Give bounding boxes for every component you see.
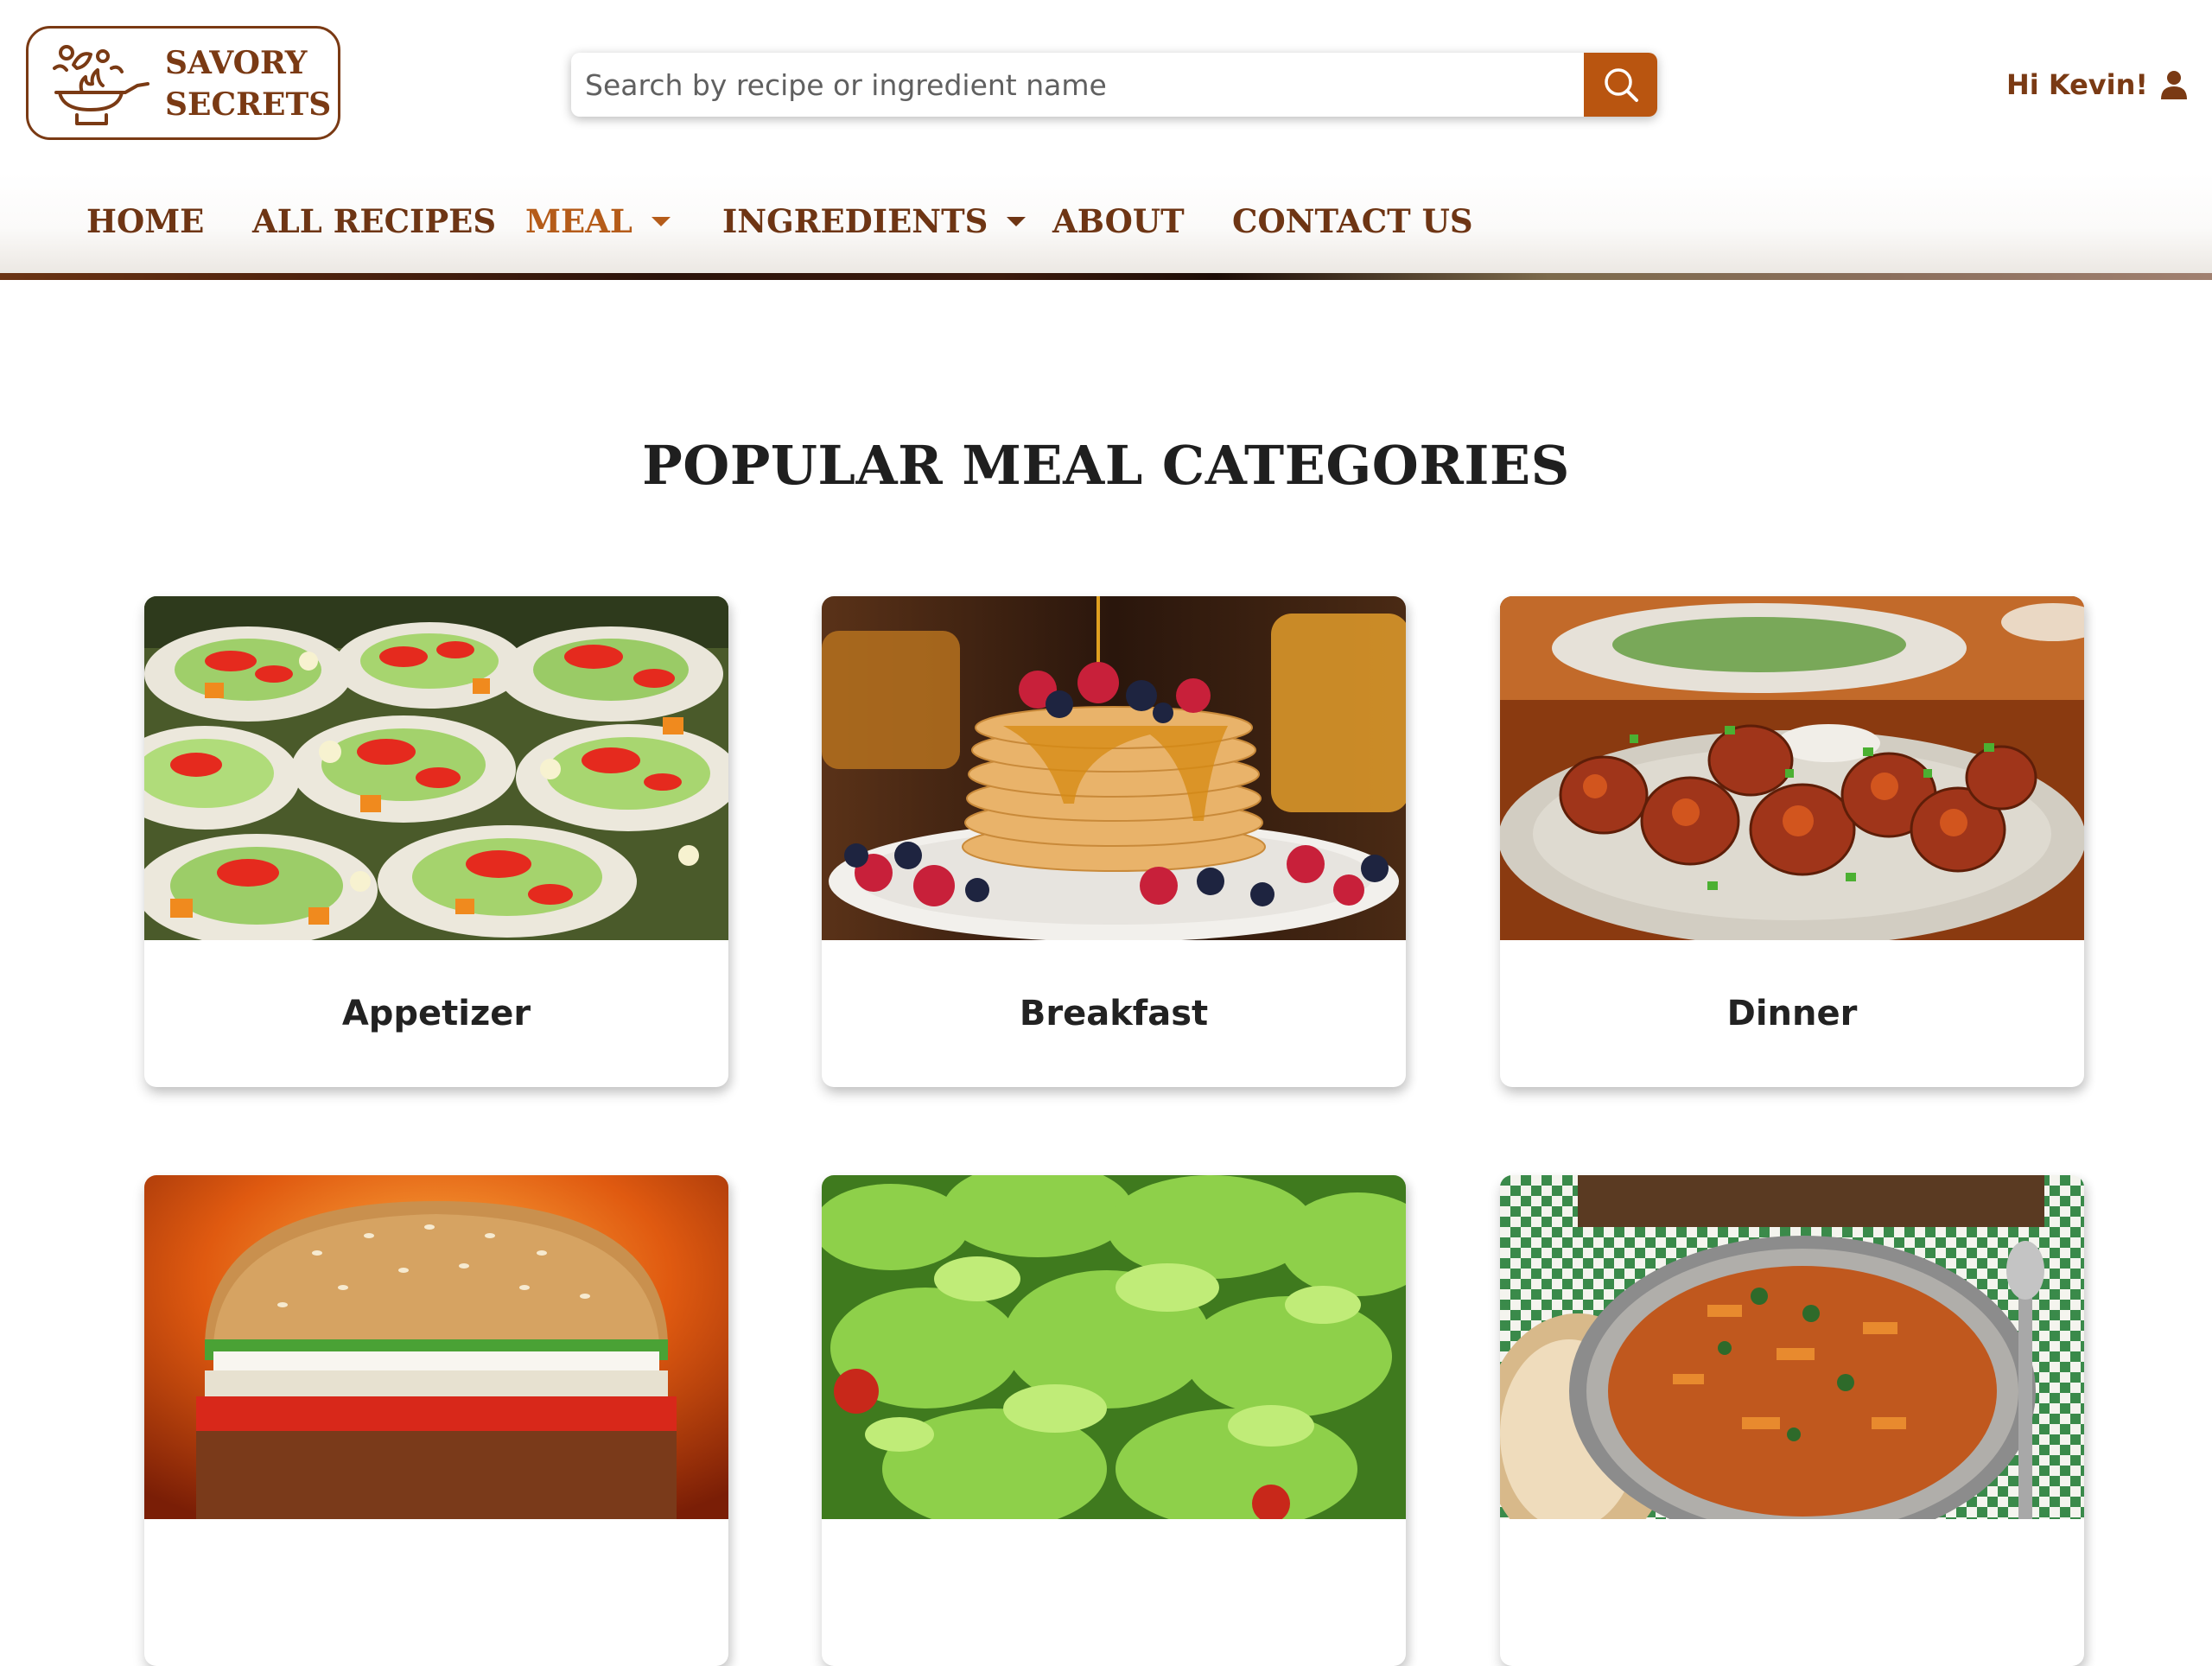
nav-home[interactable]: HOME [86, 202, 204, 240]
card-label: Appetizer [341, 994, 531, 1033]
soup-image [1500, 1175, 2084, 1519]
chef-pan-icon [53, 45, 149, 125]
caret-down-icon [651, 216, 671, 226]
nav-home-label: HOME [86, 202, 205, 240]
search-icon [1604, 68, 1638, 102]
appetizer-image [144, 596, 728, 940]
salad-image [822, 1175, 1406, 1519]
category-card-appetizer[interactable]: Appetizer [144, 596, 728, 1087]
caret-down-icon [1007, 216, 1027, 226]
nav-about-label: ABOUT [1052, 202, 1185, 240]
card-label: Breakfast [1019, 994, 1209, 1033]
site-header: SAVORY SECRETS Hi Kevin! [0, 0, 2212, 173]
nav-meal-label: MEAL [525, 202, 632, 240]
category-card-salad[interactable] [822, 1175, 1406, 1666]
nav-meal[interactable]: MEAL [525, 202, 671, 240]
nav-banner-strip [0, 273, 2212, 280]
user-icon [2161, 71, 2187, 99]
category-card-breakfast[interactable]: Breakfast [822, 596, 1406, 1087]
category-card-dinner[interactable]: Dinner [1500, 596, 2084, 1087]
card-label: Dinner [1726, 994, 1858, 1033]
search-button[interactable] [1584, 53, 1657, 117]
category-card-soup[interactable] [1500, 1175, 2084, 1666]
nav-contact-us[interactable]: CONTACT US [1232, 202, 1473, 240]
page-title: POPULAR MEAL CATEGORIES [642, 434, 1570, 497]
nav-contact-label: CONTACT US [1232, 202, 1473, 240]
nav-all-recipes-label: ALL RECIPES [252, 202, 497, 240]
nav-about[interactable]: ABOUT [1052, 202, 1185, 240]
card-label [144, 1519, 728, 1666]
nav-ingredients[interactable]: INGREDIENTS [722, 202, 1027, 240]
dinner-image [1500, 596, 2084, 940]
breakfast-image [822, 596, 1406, 940]
logo-line-1: SAVORY [165, 45, 308, 81]
search-input[interactable] [571, 53, 1582, 117]
main-nav: HOME ALL RECIPES MEAL INGREDIENTS ABOUT … [0, 173, 2212, 273]
logo-line-2: SECRETS [165, 86, 332, 123]
card-label [822, 1519, 1406, 1666]
burger-image [144, 1175, 728, 1519]
user-greeting: Hi Kevin! [2005, 68, 2148, 101]
logo[interactable]: SAVORY SECRETS [26, 26, 340, 140]
logo-text: SAVORY SECRETS [165, 42, 331, 125]
category-card-burger[interactable] [144, 1175, 728, 1666]
user-menu[interactable]: Hi Kevin! [2006, 64, 2188, 105]
nav-all-recipes[interactable]: ALL RECIPES [252, 202, 496, 240]
card-label [1500, 1519, 2084, 1666]
nav-ingredients-label: INGREDIENTS [722, 202, 988, 240]
search-bar [571, 53, 1657, 117]
